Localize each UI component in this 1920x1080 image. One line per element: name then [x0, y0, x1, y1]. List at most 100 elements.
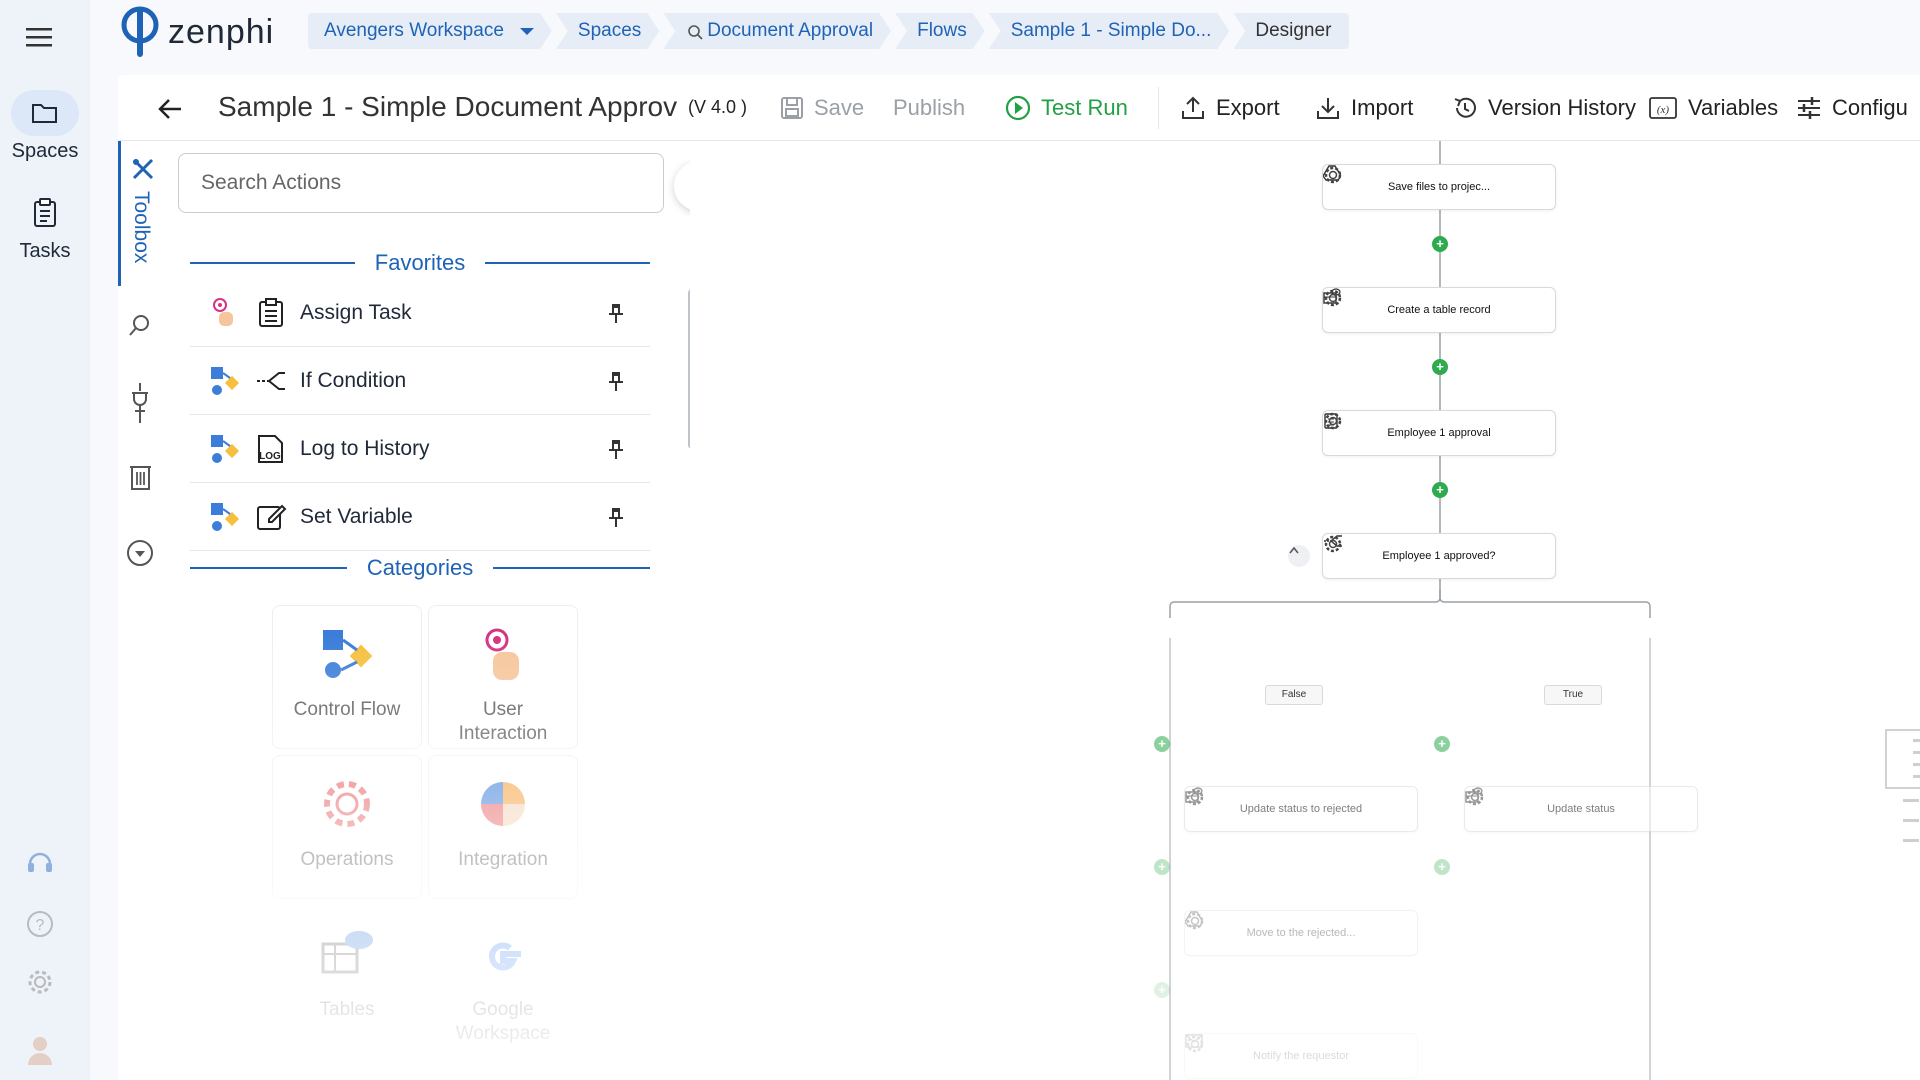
- flow-node[interactable]: Update status to rejected: [1184, 786, 1418, 832]
- breadcrumb-label: Sample 1 - Simple Do...: [1010, 20, 1212, 41]
- flow-title: Sample 1 - Simple Document Approval: [218, 91, 678, 122]
- rail-item-label: Tasks: [19, 240, 71, 262]
- gear-icon[interactable]: [1186, 912, 1405, 944]
- flow-node[interactable]: Create a table record: [1322, 287, 1556, 333]
- import-button[interactable]: Import: [1315, 75, 1413, 141]
- edit-icon: [254, 500, 288, 534]
- rail-item-spaces[interactable]: Spaces: [0, 90, 90, 163]
- category-label: Tables: [319, 999, 375, 1020]
- test-run-button[interactable]: Test Run: [1005, 75, 1128, 141]
- pin-icon[interactable]: [604, 369, 628, 393]
- import-label: Import: [1351, 95, 1414, 120]
- control-flow-icon: [211, 366, 240, 395]
- flow-node[interactable]: Employee 1 approval: [1322, 410, 1556, 456]
- collapse-branch-button[interactable]: [1288, 545, 1310, 567]
- configure-button[interactable]: Configu: [1796, 75, 1908, 141]
- gear-icon[interactable]: [1324, 535, 1543, 567]
- pin-icon[interactable]: [604, 437, 628, 461]
- plug-icon[interactable]: [126, 381, 154, 425]
- add-step-button[interactable]: +: [1154, 859, 1170, 875]
- categories-title: Categories: [366, 555, 474, 580]
- favorite-item[interactable]: If Condition: [190, 347, 650, 415]
- search-actions-input[interactable]: [178, 153, 664, 213]
- save-button[interactable]: Save: [780, 75, 864, 141]
- breadcrumb-space[interactable]: Document Approval: [663, 13, 891, 49]
- gear-icon[interactable]: [1186, 1035, 1405, 1067]
- side-tabs: Toolbox: [118, 141, 160, 1080]
- back-arrow-icon[interactable]: [156, 95, 184, 123]
- favorite-item[interactable]: Set Variable: [190, 483, 650, 551]
- breadcrumb-spaces[interactable]: Spaces: [556, 13, 659, 49]
- add-step-button[interactable]: +: [1432, 359, 1448, 375]
- flow-node[interactable]: Employee 1 approved?: [1322, 533, 1556, 579]
- log-icon: LOG: [254, 432, 288, 466]
- rail-item-tasks[interactable]: Tasks: [0, 190, 90, 263]
- tables-icon: [321, 931, 373, 974]
- add-step-button[interactable]: +: [1154, 982, 1170, 998]
- tools-icon: [129, 155, 157, 183]
- publish-button[interactable]: Publish: [893, 75, 965, 141]
- category-label: Operations: [300, 849, 394, 870]
- pin-icon[interactable]: [604, 301, 628, 325]
- integration-icon: [481, 782, 525, 826]
- flow-node[interactable]: Update status: [1464, 786, 1698, 832]
- flow-node[interactable]: Save files to projec...: [1322, 164, 1556, 210]
- help-icon[interactable]: ?: [20, 904, 60, 944]
- clipboard-icon: [11, 190, 79, 236]
- tab-toolbox[interactable]: Toolbox: [118, 141, 160, 286]
- breadcrumb: Avengers Workspace Spaces Document Appro…: [308, 13, 1353, 49]
- breadcrumb-flows[interactable]: Flows: [895, 13, 985, 49]
- favorite-label: Assign Task: [300, 300, 412, 324]
- breadcrumb-flow[interactable]: Sample 1 - Simple Do...: [989, 13, 1230, 49]
- gear-icon[interactable]: [20, 962, 60, 1002]
- category-operations[interactable]: Operations: [272, 755, 422, 899]
- chevron-down-icon: [504, 23, 534, 39]
- breadcrumb-label: Flows: [917, 20, 967, 41]
- flow-canvas[interactable]: Save files to projec... + Create a table…: [690, 141, 1920, 1080]
- minimap[interactable]: [1885, 729, 1920, 869]
- headset-icon[interactable]: [20, 842, 60, 882]
- hamburger-icon[interactable]: [24, 26, 56, 50]
- category-tables[interactable]: Tables: [272, 905, 422, 1049]
- save-label: Save: [814, 95, 865, 120]
- play-icon: [1005, 95, 1031, 121]
- pin-icon[interactable]: [604, 505, 628, 529]
- breadcrumb-designer: Designer: [1233, 13, 1350, 49]
- add-step-button[interactable]: +: [1434, 859, 1450, 875]
- gear-icon[interactable]: [1466, 788, 1685, 820]
- version-history-button[interactable]: Version History: [1452, 75, 1636, 141]
- flow-node[interactable]: Notify the requestor: [1184, 1033, 1418, 1079]
- add-step-button[interactable]: +: [1432, 482, 1448, 498]
- search-icon[interactable]: [126, 311, 154, 339]
- add-step-button[interactable]: +: [1432, 236, 1448, 252]
- node-label: Move to the rejected...: [1246, 927, 1356, 939]
- control-flow-icon: [211, 434, 240, 463]
- node-label: Update status: [1547, 803, 1615, 815]
- version-label: (V 4.0 ): [688, 97, 748, 117]
- favorite-item[interactable]: Assign Task: [190, 279, 650, 347]
- gear-icon[interactable]: [1324, 412, 1543, 444]
- category-control-flow[interactable]: Control Flow: [272, 605, 422, 749]
- gear-icon[interactable]: [1324, 166, 1543, 198]
- gear-icon[interactable]: [1324, 289, 1543, 321]
- history-icon: [1454, 97, 1476, 118]
- favorite-label: Set Variable: [300, 504, 413, 528]
- avatar[interactable]: [20, 1030, 60, 1070]
- add-step-button[interactable]: +: [1434, 736, 1450, 752]
- version-history-label: Version History: [1488, 95, 1636, 120]
- gear-icon[interactable]: [1186, 788, 1405, 820]
- category-integration[interactable]: Integration: [428, 755, 578, 899]
- category-google-workspace[interactable]: Google Workspace: [428, 905, 578, 1049]
- variables-button[interactable]: (x) Variables: [1648, 75, 1778, 141]
- flow-node[interactable]: Move to the rejected...: [1184, 910, 1418, 956]
- top-bar: zenphi Avengers Workspace Spaces Documen…: [90, 0, 1920, 64]
- trash-icon[interactable]: [126, 463, 154, 491]
- variables-label: Variables: [1688, 95, 1779, 120]
- favorite-item[interactable]: LOG Log to History: [190, 415, 650, 483]
- zenphi-logo[interactable]: zenphi: [118, 4, 274, 60]
- category-user-interaction[interactable]: User Interaction: [428, 605, 578, 749]
- add-step-button[interactable]: +: [1154, 736, 1170, 752]
- dropdown-circle-icon[interactable]: [126, 539, 154, 567]
- export-button[interactable]: Export: [1180, 75, 1280, 141]
- breadcrumb-workspace[interactable]: Avengers Workspace: [308, 13, 552, 49]
